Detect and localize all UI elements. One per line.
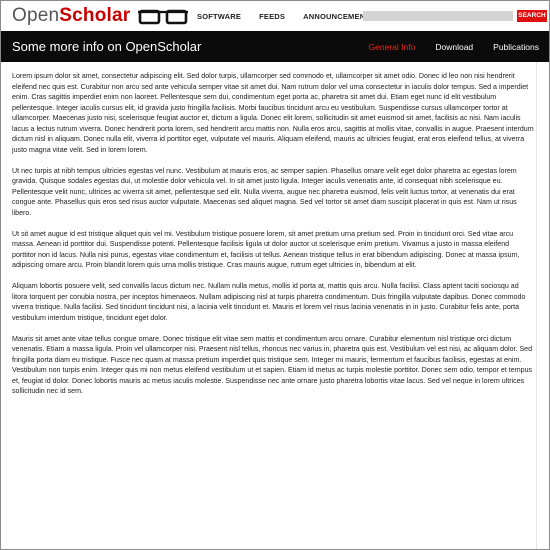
site-logo[interactable]: Open Scholar <box>12 4 189 28</box>
content-paragraph: Ut nec turpis at nibh tempus ultricies e… <box>12 166 517 217</box>
main-content: Lorem ipsum dolor sit amet, consectetur … <box>12 71 534 407</box>
content-paragraph: Mauris sit amet ante vitae tellus congue… <box>12 334 533 396</box>
topnav-feeds-link[interactable]: FEEDS <box>259 12 285 21</box>
page-header: Some more info on OpenScholar General In… <box>1 31 549 62</box>
content-paragraph: Lorem ipsum dolor sit amet, consectetur … <box>12 72 534 154</box>
search-input[interactable] <box>363 11 513 21</box>
glasses-icon <box>138 9 189 25</box>
browser-page: Open Scholar SOFTWARE FEEDS ANNOUNCEMENTS… <box>0 0 550 550</box>
section-navigation: General Info Download Publications <box>349 42 539 52</box>
content-paragraph: Ut sit amet augue id est tristique aliqu… <box>12 229 520 270</box>
search-button[interactable]: SEARCH <box>517 10 547 22</box>
tab-download[interactable]: Download <box>435 42 473 52</box>
tab-general-info[interactable]: General Info <box>369 42 416 52</box>
page-title: Some more info on OpenScholar <box>12 39 202 54</box>
top-bar: Open Scholar SOFTWARE FEEDS ANNOUNCEMENTS… <box>1 1 549 31</box>
tab-publications[interactable]: Publications <box>493 42 539 52</box>
logo-text-scholar: Scholar <box>59 5 131 26</box>
content-paragraph: Aliquam lobortis posuere velit, sed conv… <box>12 282 526 322</box>
topnav-software-link[interactable]: SOFTWARE <box>197 12 241 21</box>
vertical-scrollbar[interactable] <box>536 62 549 549</box>
logo-text-open: Open <box>12 5 60 26</box>
